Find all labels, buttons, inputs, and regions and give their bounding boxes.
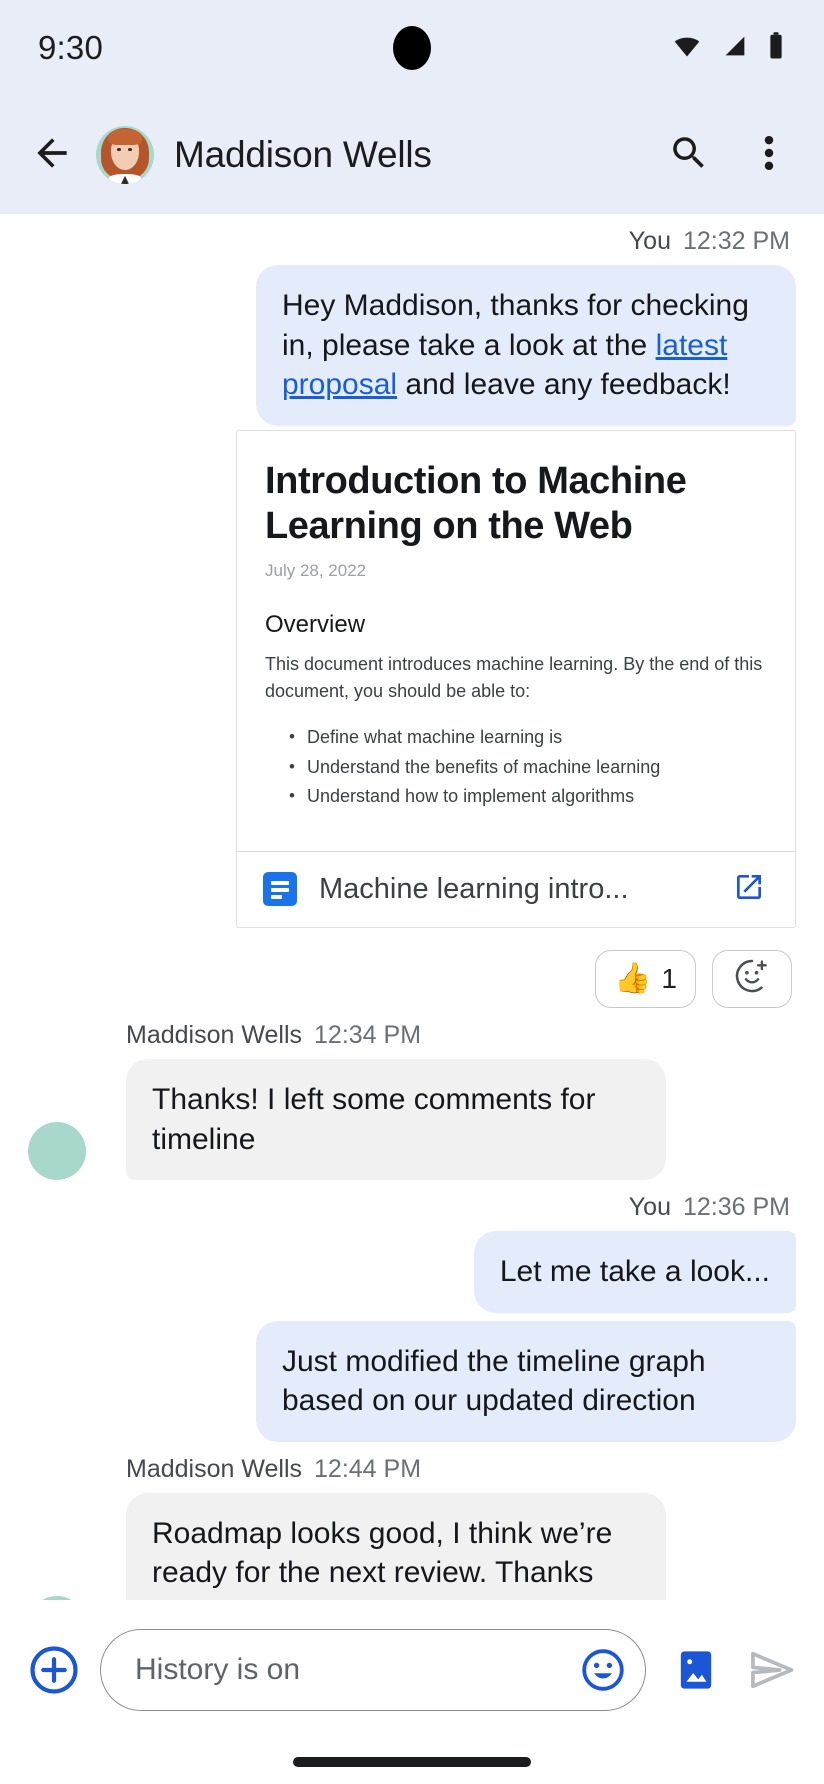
- front-camera-cutout: [393, 26, 431, 70]
- add-attachment-button[interactable]: [26, 1642, 82, 1698]
- document-preview-card[interactable]: Introduction to Machine Learning on the …: [236, 429, 796, 928]
- contact-avatar[interactable]: [96, 126, 154, 184]
- thumbs-up-icon: 👍: [614, 961, 652, 995]
- message-row: Let me take a look...: [28, 1231, 796, 1313]
- message-meta: Maddison Wells 12:44 PM: [28, 1455, 796, 1484]
- more-vert-icon: [763, 131, 775, 180]
- document-bullet: Understand the benefits of machine learn…: [289, 753, 767, 782]
- message-input-container[interactable]: History is on: [100, 1629, 646, 1711]
- message-sender: Maddison Wells: [126, 1020, 303, 1049]
- document-title: Introduction to Machine Learning on the …: [265, 459, 687, 547]
- document-bullet: Define what machine learning is: [289, 723, 767, 752]
- app-bar-actions: [660, 126, 798, 184]
- message-meta: You 12:36 PM: [28, 1193, 796, 1222]
- chat-screen: 9:30 Maddison Wells You 12:32 PM Hey Mad…: [0, 0, 824, 1784]
- message-thread[interactable]: You 12:32 PM Hey Maddison, thanks for ch…: [0, 214, 824, 1600]
- send-icon: [746, 1651, 798, 1700]
- home-indicator[interactable]: [293, 1757, 531, 1767]
- cellular-signal-icon: [719, 32, 751, 65]
- status-bar: 9:30: [0, 0, 824, 96]
- page-title: Maddison Wells: [174, 134, 432, 175]
- message-bubble-incoming[interactable]: Thanks! I left some comments for timelin…: [126, 1058, 666, 1181]
- message-sender: Maddison Wells: [126, 1454, 303, 1483]
- reaction-bar: 👍 1: [28, 949, 796, 1008]
- message-time: 12:36 PM: [682, 1193, 790, 1222]
- message-time: 12:44 PM: [314, 1454, 422, 1483]
- back-arrow-icon: [30, 131, 74, 180]
- document-preview-body: Introduction to Machine Learning on the …: [237, 431, 795, 851]
- image-icon: [670, 1651, 722, 1700]
- status-icons: [670, 31, 786, 66]
- emoji-picker-button[interactable]: [579, 1646, 627, 1694]
- message-time: 12:32 PM: [682, 227, 790, 255]
- search-icon: [668, 132, 710, 179]
- message-bubble-outgoing[interactable]: Let me take a look...: [473, 1231, 796, 1313]
- message-sender: You: [628, 227, 671, 255]
- message-sender: You: [628, 1193, 671, 1222]
- message-input[interactable]: History is on: [135, 1653, 579, 1687]
- document-paragraph: This document introduces machine learnin…: [265, 654, 763, 702]
- message-bubble-outgoing[interactable]: Hey Maddison, thanks for checking in, pl…: [256, 265, 796, 426]
- more-options-button[interactable]: [740, 126, 798, 184]
- google-docs-icon: [263, 872, 297, 907]
- message-bubble-outgoing[interactable]: Just modified the timeline graph based o…: [256, 1320, 796, 1442]
- add-emoji-icon: [734, 958, 770, 999]
- reaction-chip-thumbs-up[interactable]: 👍 1: [595, 949, 696, 1008]
- reaction-count: 1: [661, 962, 677, 994]
- battery-icon: [766, 31, 786, 66]
- add-circle-icon: [26, 1646, 82, 1702]
- back-button[interactable]: [22, 125, 82, 185]
- send-button[interactable]: [746, 1644, 798, 1696]
- open-in-new-button[interactable]: [729, 869, 769, 909]
- system-navigation-bar: [0, 1740, 824, 1784]
- emoji-face-icon: [579, 1649, 627, 1698]
- document-bullet-list: Define what machine learning is Understa…: [265, 723, 767, 810]
- document-filename: Machine learning intro...: [319, 872, 629, 905]
- document-date: July 28, 2022: [265, 561, 367, 581]
- app-bar: Maddison Wells: [0, 96, 824, 214]
- document-card-footer[interactable]: Machine learning intro...: [237, 850, 795, 927]
- message-row: Hey Maddison, thanks for checking in, pl…: [28, 265, 796, 426]
- message-row: Just modified the timeline graph based o…: [28, 1320, 796, 1442]
- open-in-new-icon: [733, 871, 765, 908]
- message-meta: Maddison Wells 12:34 PM: [28, 1021, 796, 1050]
- add-reaction-button[interactable]: [712, 949, 792, 1008]
- search-button[interactable]: [660, 126, 718, 184]
- avatar: [28, 1122, 86, 1181]
- avatar: [28, 1595, 86, 1600]
- message-bubble-incoming[interactable]: Roadmap looks good, I think we’re ready …: [126, 1492, 666, 1600]
- composer-bar: History is on: [0, 1600, 824, 1740]
- message-time: 12:34 PM: [314, 1020, 422, 1049]
- message-meta: You 12:32 PM: [28, 227, 796, 256]
- message-text-part2: and leave any feedback!: [397, 368, 731, 402]
- document-bullet: Understand how to implement algorithms: [289, 782, 767, 811]
- document-section-heading: Overview: [265, 611, 366, 639]
- message-row: Thanks! I left some comments for timelin…: [28, 1058, 796, 1181]
- status-clock: 9:30: [38, 29, 104, 66]
- message-row: Roadmap looks good, I think we’re ready …: [28, 1492, 796, 1600]
- wifi-icon: [670, 32, 704, 65]
- gallery-button[interactable]: [670, 1644, 722, 1696]
